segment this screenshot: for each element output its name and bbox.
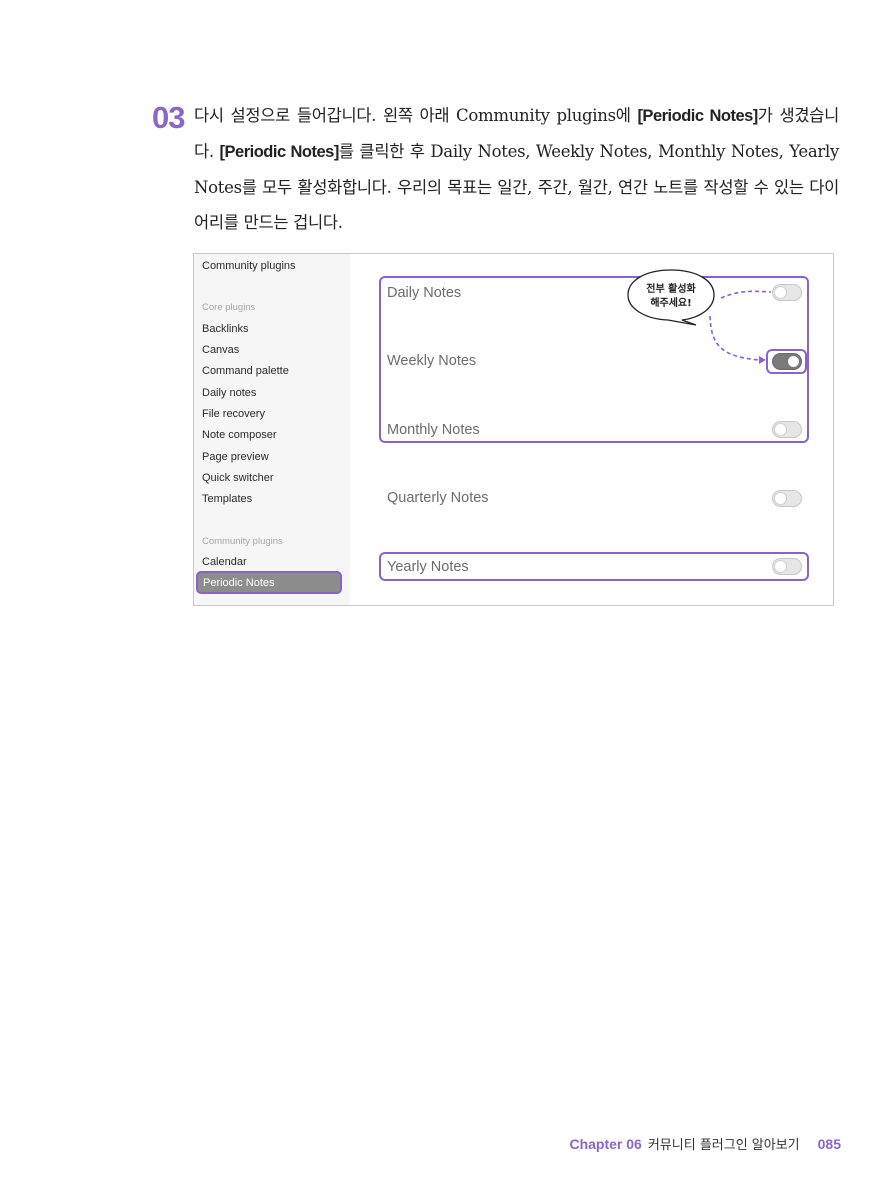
body-text-part: 다시 설정으로 들어갑니다. 왼쪽 아래 Community plugins에 [194, 106, 638, 125]
footer-title: 커뮤니티 플러그인 알아보기 [647, 1138, 800, 1153]
footer-chapter: Chapter 06 [569, 1136, 642, 1152]
instruction-paragraph: 다시 설정으로 들어갑니다. 왼쪽 아래 Community plugins에 … [194, 98, 839, 240]
highlight-periodic-notes: [Periodic Notes] [219, 143, 340, 161]
dashed-arrows [709, 290, 772, 364]
settings-screenshot: Community plugins Core plugins Backlinks… [193, 253, 834, 606]
arrowhead-icon [759, 356, 766, 364]
page-footer: Chapter 06 커뮤니티 플러그인 알아보기 085 [569, 1134, 841, 1153]
page-number: 085 [817, 1136, 841, 1152]
highlight-periodic-notes: [Periodic Notes] [637, 107, 758, 125]
step-number: 03 [152, 100, 185, 135]
